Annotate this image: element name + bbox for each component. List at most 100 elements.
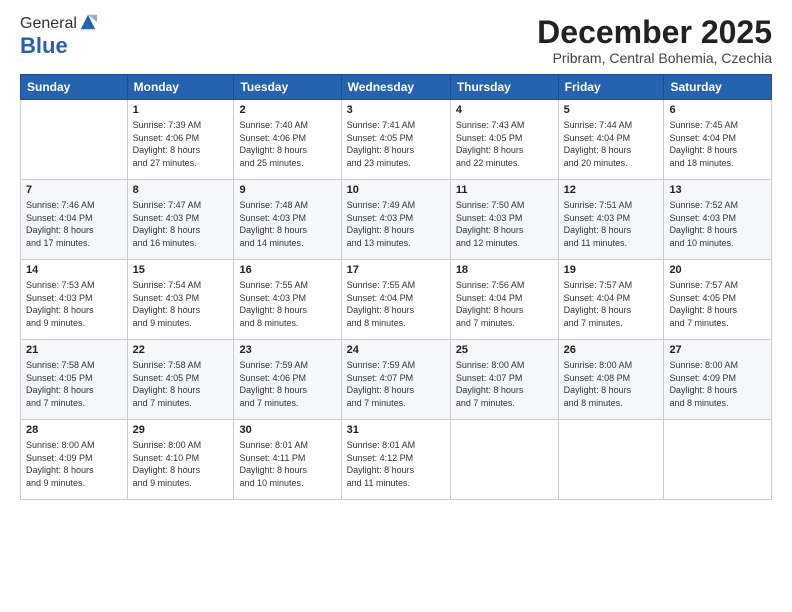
logo-icon: [79, 13, 97, 31]
day-info: Sunrise: 8:01 AM Sunset: 4:11 PM Dayligh…: [239, 439, 335, 489]
day-info: Sunrise: 8:00 AM Sunset: 4:09 PM Dayligh…: [669, 359, 766, 409]
month-title: December 2025: [537, 15, 772, 50]
header: General Blue December 2025 Pribram, Cent…: [20, 15, 772, 66]
day-number: 12: [564, 183, 659, 198]
day-number: 18: [456, 263, 553, 278]
table-row: [664, 420, 772, 500]
col-tuesday: Tuesday: [234, 75, 341, 100]
table-row: 23Sunrise: 7:59 AM Sunset: 4:06 PM Dayli…: [234, 340, 341, 420]
day-number: 7: [26, 183, 122, 198]
day-number: 1: [133, 103, 229, 118]
table-row: 16Sunrise: 7:55 AM Sunset: 4:03 PM Dayli…: [234, 260, 341, 340]
col-saturday: Saturday: [664, 75, 772, 100]
table-row: 26Sunrise: 8:00 AM Sunset: 4:08 PM Dayli…: [558, 340, 664, 420]
day-number: 17: [347, 263, 445, 278]
day-number: 14: [26, 263, 122, 278]
table-row: [558, 420, 664, 500]
day-number: 15: [133, 263, 229, 278]
table-row: 10Sunrise: 7:49 AM Sunset: 4:03 PM Dayli…: [341, 180, 450, 260]
day-number: 23: [239, 343, 335, 358]
table-row: 3Sunrise: 7:41 AM Sunset: 4:05 PM Daylig…: [341, 100, 450, 180]
day-number: 9: [239, 183, 335, 198]
table-row: 27Sunrise: 8:00 AM Sunset: 4:09 PM Dayli…: [664, 340, 772, 420]
table-row: 5Sunrise: 7:44 AM Sunset: 4:04 PM Daylig…: [558, 100, 664, 180]
day-info: Sunrise: 7:41 AM Sunset: 4:05 PM Dayligh…: [347, 119, 445, 169]
col-friday: Friday: [558, 75, 664, 100]
day-number: 21: [26, 343, 122, 358]
location-subtitle: Pribram, Central Bohemia, Czechia: [537, 50, 772, 66]
table-row: 29Sunrise: 8:00 AM Sunset: 4:10 PM Dayli…: [127, 420, 234, 500]
day-number: 25: [456, 343, 553, 358]
day-number: 3: [347, 103, 445, 118]
calendar-week-1: 1Sunrise: 7:39 AM Sunset: 4:06 PM Daylig…: [21, 100, 772, 180]
day-info: Sunrise: 7:58 AM Sunset: 4:05 PM Dayligh…: [26, 359, 122, 409]
day-number: 2: [239, 103, 335, 118]
logo-blue-text: Blue: [20, 33, 68, 58]
table-row: 8Sunrise: 7:47 AM Sunset: 4:03 PM Daylig…: [127, 180, 234, 260]
col-monday: Monday: [127, 75, 234, 100]
table-row: [450, 420, 558, 500]
day-number: 16: [239, 263, 335, 278]
day-info: Sunrise: 7:59 AM Sunset: 4:06 PM Dayligh…: [239, 359, 335, 409]
day-number: 20: [669, 263, 766, 278]
table-row: 28Sunrise: 8:00 AM Sunset: 4:09 PM Dayli…: [21, 420, 128, 500]
day-info: Sunrise: 8:01 AM Sunset: 4:12 PM Dayligh…: [347, 439, 445, 489]
table-row: 31Sunrise: 8:01 AM Sunset: 4:12 PM Dayli…: [341, 420, 450, 500]
day-number: 11: [456, 183, 553, 198]
table-row: [21, 100, 128, 180]
calendar-week-2: 7Sunrise: 7:46 AM Sunset: 4:04 PM Daylig…: [21, 180, 772, 260]
table-row: 20Sunrise: 7:57 AM Sunset: 4:05 PM Dayli…: [664, 260, 772, 340]
day-info: Sunrise: 7:51 AM Sunset: 4:03 PM Dayligh…: [564, 199, 659, 249]
day-number: 24: [347, 343, 445, 358]
day-number: 29: [133, 423, 229, 438]
page: General Blue December 2025 Pribram, Cent…: [0, 0, 792, 612]
table-row: 6Sunrise: 7:45 AM Sunset: 4:04 PM Daylig…: [664, 100, 772, 180]
col-wednesday: Wednesday: [341, 75, 450, 100]
day-number: 5: [564, 103, 659, 118]
day-number: 4: [456, 103, 553, 118]
day-info: Sunrise: 7:48 AM Sunset: 4:03 PM Dayligh…: [239, 199, 335, 249]
day-info: Sunrise: 7:47 AM Sunset: 4:03 PM Dayligh…: [133, 199, 229, 249]
table-row: 18Sunrise: 7:56 AM Sunset: 4:04 PM Dayli…: [450, 260, 558, 340]
day-info: Sunrise: 8:00 AM Sunset: 4:10 PM Dayligh…: [133, 439, 229, 489]
day-number: 30: [239, 423, 335, 438]
day-info: Sunrise: 7:53 AM Sunset: 4:03 PM Dayligh…: [26, 279, 122, 329]
table-row: 13Sunrise: 7:52 AM Sunset: 4:03 PM Dayli…: [664, 180, 772, 260]
day-number: 19: [564, 263, 659, 278]
table-row: 30Sunrise: 8:01 AM Sunset: 4:11 PM Dayli…: [234, 420, 341, 500]
table-row: 15Sunrise: 7:54 AM Sunset: 4:03 PM Dayli…: [127, 260, 234, 340]
day-info: Sunrise: 7:44 AM Sunset: 4:04 PM Dayligh…: [564, 119, 659, 169]
day-number: 28: [26, 423, 122, 438]
table-row: 19Sunrise: 7:57 AM Sunset: 4:04 PM Dayli…: [558, 260, 664, 340]
day-info: Sunrise: 7:54 AM Sunset: 4:03 PM Dayligh…: [133, 279, 229, 329]
day-info: Sunrise: 7:55 AM Sunset: 4:04 PM Dayligh…: [347, 279, 445, 329]
day-info: Sunrise: 7:52 AM Sunset: 4:03 PM Dayligh…: [669, 199, 766, 249]
calendar-week-4: 21Sunrise: 7:58 AM Sunset: 4:05 PM Dayli…: [21, 340, 772, 420]
day-info: Sunrise: 7:46 AM Sunset: 4:04 PM Dayligh…: [26, 199, 122, 249]
day-number: 22: [133, 343, 229, 358]
table-row: 21Sunrise: 7:58 AM Sunset: 4:05 PM Dayli…: [21, 340, 128, 420]
day-info: Sunrise: 7:59 AM Sunset: 4:07 PM Dayligh…: [347, 359, 445, 409]
table-row: 1Sunrise: 7:39 AM Sunset: 4:06 PM Daylig…: [127, 100, 234, 180]
day-number: 31: [347, 423, 445, 438]
day-info: Sunrise: 7:58 AM Sunset: 4:05 PM Dayligh…: [133, 359, 229, 409]
day-info: Sunrise: 8:00 AM Sunset: 4:07 PM Dayligh…: [456, 359, 553, 409]
table-row: 17Sunrise: 7:55 AM Sunset: 4:04 PM Dayli…: [341, 260, 450, 340]
table-row: 7Sunrise: 7:46 AM Sunset: 4:04 PM Daylig…: [21, 180, 128, 260]
day-info: Sunrise: 7:57 AM Sunset: 4:04 PM Dayligh…: [564, 279, 659, 329]
day-number: 10: [347, 183, 445, 198]
table-row: 4Sunrise: 7:43 AM Sunset: 4:05 PM Daylig…: [450, 100, 558, 180]
day-number: 26: [564, 343, 659, 358]
calendar-header-row: Sunday Monday Tuesday Wednesday Thursday…: [21, 75, 772, 100]
day-info: Sunrise: 7:55 AM Sunset: 4:03 PM Dayligh…: [239, 279, 335, 329]
table-row: 24Sunrise: 7:59 AM Sunset: 4:07 PM Dayli…: [341, 340, 450, 420]
day-info: Sunrise: 7:45 AM Sunset: 4:04 PM Dayligh…: [669, 119, 766, 169]
calendar-table: Sunday Monday Tuesday Wednesday Thursday…: [20, 74, 772, 500]
col-thursday: Thursday: [450, 75, 558, 100]
day-number: 13: [669, 183, 766, 198]
logo: General Blue: [20, 15, 97, 59]
table-row: 9Sunrise: 7:48 AM Sunset: 4:03 PM Daylig…: [234, 180, 341, 260]
calendar-week-5: 28Sunrise: 8:00 AM Sunset: 4:09 PM Dayli…: [21, 420, 772, 500]
day-info: Sunrise: 7:39 AM Sunset: 4:06 PM Dayligh…: [133, 119, 229, 169]
day-number: 27: [669, 343, 766, 358]
